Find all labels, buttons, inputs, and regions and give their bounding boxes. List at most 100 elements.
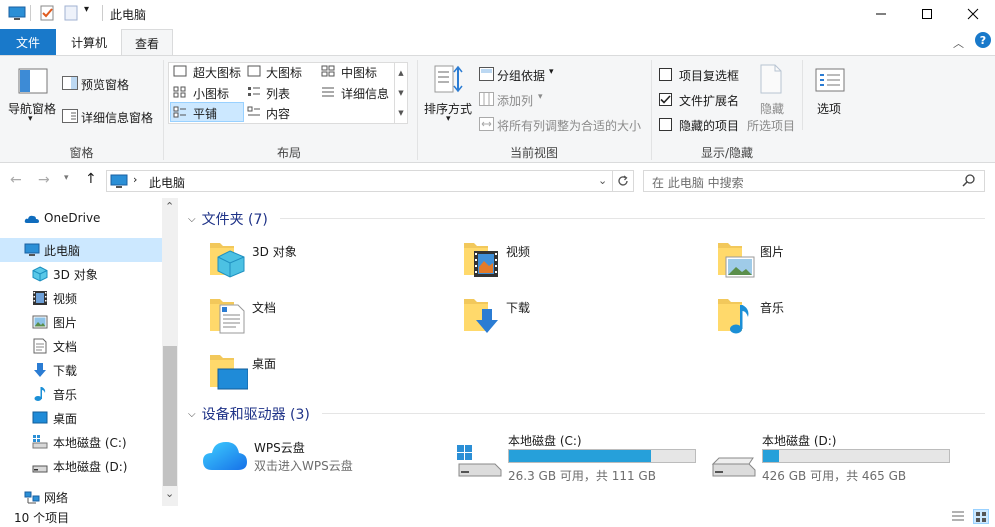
nav-item-documents[interactable]: 文档: [0, 334, 162, 358]
search-input[interactable]: 在 此电脑 中搜索: [652, 174, 744, 191]
pc-icon[interactable]: [8, 4, 26, 22]
drive-d-label: 本地磁盘 (D:): [762, 434, 837, 448]
navigation-pane-icon[interactable]: [18, 68, 48, 97]
nav-scrollbar[interactable]: ⌃ ⌄: [162, 198, 178, 506]
nav-item-drive-d[interactable]: 本地磁盘 (D:): [0, 454, 162, 478]
back-arrow-icon[interactable]: ←: [10, 172, 22, 188]
new-folder-icon[interactable]: [62, 4, 80, 22]
layout-details[interactable]: 详细信息: [341, 85, 389, 102]
size-all-columns-button[interactable]: 将所有列调整为合适的大小: [497, 117, 641, 134]
folder-tile-music[interactable]: 音乐: [716, 293, 966, 341]
tab-file[interactable]: 文件: [0, 29, 56, 55]
layout-large-icons[interactable]: 大图标: [266, 64, 302, 81]
collapse-chevron-icon[interactable]: ⌵: [188, 409, 196, 420]
details-view-icon[interactable]: [951, 510, 965, 526]
chevron-down-icon[interactable]: ▾: [28, 114, 33, 124]
scroll-down-icon[interactable]: ⌄: [165, 487, 174, 500]
search-icon[interactable]: [962, 173, 976, 190]
chevron-down-icon[interactable]: ▾: [446, 114, 451, 124]
drive-c-usage-bar: [508, 449, 696, 463]
item-checkboxes-checkbox[interactable]: [659, 68, 672, 81]
folder-tile-downloads[interactable]: 下载: [462, 293, 712, 341]
nav-item-pictures[interactable]: 图片: [0, 310, 162, 334]
drive-d-free-space: 426 GB 可用，共 465 GB: [762, 469, 907, 483]
nav-item-downloads[interactable]: 下载: [0, 358, 162, 382]
wps-cloud-icon: [203, 442, 247, 470]
nav-item-music[interactable]: 音乐: [0, 382, 162, 406]
divider: [30, 5, 31, 21]
file-extensions-label[interactable]: 文件扩展名: [679, 92, 739, 109]
layout-small-icons[interactable]: 小图标: [193, 85, 229, 102]
small-icons-icon: [173, 86, 187, 101]
hide-selected-button[interactable]: 隐藏: [760, 100, 784, 117]
tab-view[interactable]: 查看: [121, 29, 173, 56]
chevron-down-icon[interactable]: ▾: [549, 67, 554, 77]
folder-tile-3d-objects[interactable]: 3D 对象: [208, 237, 458, 285]
chevron-down-icon[interactable]: ▾: [538, 92, 543, 102]
layout-extra-large-icons[interactable]: 超大图标: [193, 64, 241, 81]
nav-item-onedrive[interactable]: OneDrive: [0, 206, 162, 230]
breadcrumb[interactable]: 此电脑: [149, 174, 185, 191]
group-by-button[interactable]: 分组依据: [497, 67, 545, 84]
nav-item-3d-objects[interactable]: 3D 对象: [0, 262, 162, 286]
layout-medium-icons[interactable]: 中图标: [341, 64, 377, 81]
hidden-items-checkbox[interactable]: [659, 118, 672, 131]
up-arrow-icon[interactable]: ↑: [85, 171, 97, 187]
tiles-view-icon[interactable]: [973, 509, 989, 524]
minimize-button[interactable]: [858, 0, 904, 27]
options-button[interactable]: 选项: [817, 100, 841, 117]
gallery-scroll[interactable]: ▲ ▼ ▼: [394, 63, 407, 123]
help-icon[interactable]: ?: [975, 32, 991, 48]
pictures-folder-icon: [718, 243, 755, 278]
close-button[interactable]: [950, 0, 995, 27]
nav-item-videos[interactable]: 视频: [0, 286, 162, 310]
group-label-panes: 窗格: [69, 146, 94, 160]
address-bar[interactable]: › 此电脑 ⌄: [106, 170, 613, 192]
3d-objects-icon: [32, 266, 48, 282]
pictures-icon: [32, 315, 48, 329]
layout-list[interactable]: 列表: [266, 85, 290, 102]
scroll-up-icon[interactable]: ▲: [395, 63, 407, 83]
address-dropdown-icon[interactable]: ⌄: [598, 174, 607, 187]
tab-computer[interactable]: 计算机: [58, 29, 120, 55]
layout-content[interactable]: 内容: [266, 105, 290, 122]
minimize-icon: [876, 13, 886, 14]
drive-tile-c[interactable]: 本地磁盘 (C:) 26.3 GB 可用，共 111 GB: [455, 430, 700, 483]
folder-tile-videos[interactable]: 视频: [462, 237, 712, 285]
breadcrumb-separator-icon[interactable]: ›: [133, 173, 137, 186]
nav-item-desktop[interactable]: 桌面: [0, 406, 162, 430]
maximize-button[interactable]: [904, 0, 950, 27]
hidden-items-label[interactable]: 隐藏的项目: [679, 117, 739, 134]
folders-section-header[interactable]: ⌵ 文件夹 (7): [188, 209, 268, 229]
add-columns-button[interactable]: 添加列: [497, 92, 533, 109]
options-icon: [815, 68, 845, 95]
layout-tiles[interactable]: 平铺: [193, 105, 217, 122]
folder-tile-desktop[interactable]: 桌面: [208, 349, 458, 397]
customize-quick-access-icon[interactable]: ▾: [84, 4, 89, 15]
folder-tile-pictures[interactable]: 图片: [716, 237, 966, 285]
scroll-down-icon[interactable]: ▼: [395, 83, 407, 103]
folder-tile-documents[interactable]: 文档: [208, 293, 458, 341]
devices-section-header[interactable]: ⌵ 设备和驱动器 (3): [188, 404, 310, 424]
file-extensions-checkbox[interactable]: [659, 93, 672, 106]
pc-icon: [24, 243, 40, 256]
forward-arrow-icon[interactable]: →: [38, 172, 50, 188]
scroll-up-icon[interactable]: ⌃: [165, 200, 174, 213]
details-pane-button[interactable]: 详细信息窗格: [81, 109, 153, 126]
gallery-expand-icon[interactable]: ▼: [395, 103, 407, 123]
hide-selected-button-line2[interactable]: 所选项目: [747, 117, 795, 134]
nav-item-drive-c[interactable]: 本地磁盘 (C:): [0, 430, 162, 454]
nav-item-this-pc[interactable]: 此电脑: [0, 238, 162, 262]
minimize-ribbon-icon[interactable]: ︿: [953, 35, 964, 51]
wps-cloud-tile[interactable]: WPS云盘 双击进入WPS云盘: [202, 432, 452, 484]
preview-pane-button[interactable]: 预览窗格: [81, 76, 129, 93]
recent-locations-icon[interactable]: ▾: [64, 173, 69, 183]
search-box[interactable]: 在 此电脑 中搜索: [643, 170, 985, 192]
collapse-chevron-icon[interactable]: ⌵: [188, 214, 196, 225]
drive-tile-d[interactable]: 本地磁盘 (D:) 426 GB 可用，共 465 GB: [709, 430, 954, 483]
properties-icon[interactable]: [38, 4, 56, 22]
nav-item-network[interactable]: 网络: [0, 485, 162, 506]
refresh-button[interactable]: [612, 170, 634, 192]
scroll-thumb[interactable]: [163, 346, 177, 486]
item-checkboxes-label[interactable]: 项目复选框: [679, 67, 739, 84]
